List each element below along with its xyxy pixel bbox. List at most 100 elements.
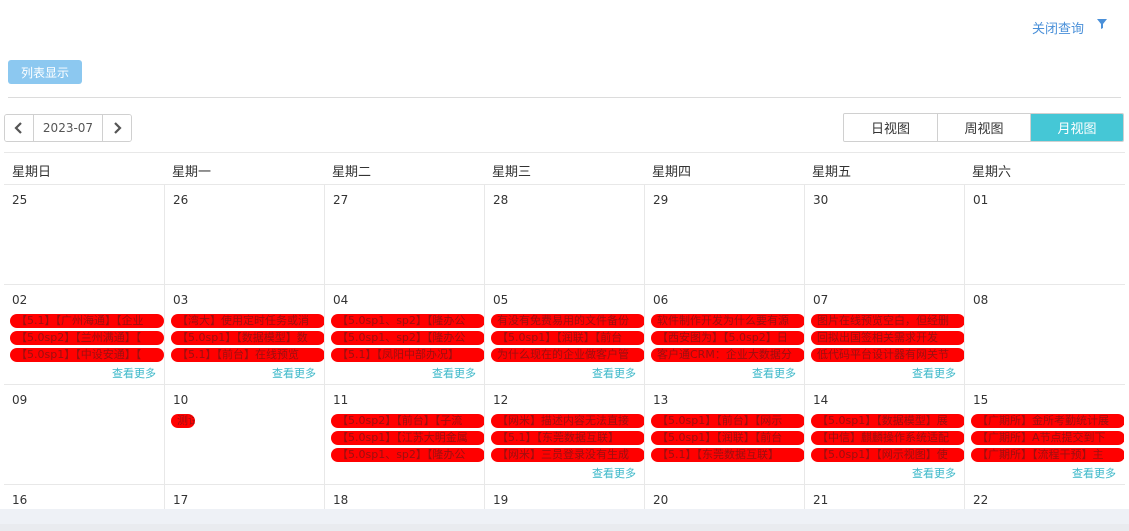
calendar-day-cell[interactable]: 01: [964, 185, 1124, 284]
weekday-label: 星期六: [972, 165, 1012, 180]
month-navigator: 2023-07: [4, 114, 132, 142]
close-query-link[interactable]: 关闭查询: [1032, 18, 1084, 37]
calendar-day-cell[interactable]: 27: [324, 185, 484, 284]
calendar-event[interactable]: 【湾大】使用定时任务或消: [171, 314, 324, 328]
calendar-day-cell[interactable]: 02 【5.1】【广州海通】【企业 【5.0sp2】【兰州满通】【 【5.0sp1】【…: [4, 285, 164, 384]
view-more-link[interactable]: 查看更多: [752, 365, 796, 381]
calendar-event[interactable]: 软件制作开发为什么要有源: [651, 314, 804, 328]
calendar-event[interactable]: 【5.0sp1】【江苏大明金属: [331, 431, 484, 445]
weekday-header: 星期日 星期一 星期二 星期三 星期四 星期五 星期六: [4, 152, 1125, 185]
calendar-event[interactable]: 有没有免费易用的文件备份: [491, 314, 644, 328]
calendar-day-cell[interactable]: 07 图片在线预览空白，但经删 回拟出国签相关需求开发 低代码平台设计器有网关节查看更…: [804, 285, 964, 384]
calendar-week-row: 09 10 测试 11【5.0sp2】【前台】【子流【5.0sp1】【江苏大明金属【5…: [4, 385, 1125, 485]
calendar-day-cell[interactable]: 09: [4, 385, 164, 484]
view-more-link[interactable]: 查看更多: [592, 465, 636, 481]
calendar-event[interactable]: 【5.0sp1】【前台】【网示: [651, 414, 804, 428]
current-month-label: 2023-07: [33, 115, 103, 141]
calendar-day-cell[interactable]: 30: [804, 185, 964, 284]
day-number: 06: [653, 293, 669, 307]
calendar-event[interactable]: 测试: [171, 414, 195, 428]
weekday-label: 星期三: [492, 165, 532, 180]
calendar-event[interactable]: 【5.0sp1、sp2】【隆办公: [331, 331, 484, 345]
list-display-button[interactable]: 列表显示: [8, 60, 82, 84]
calendar-day-cell[interactable]: 06 软件制作开发为什么要有源 【西安图为】【5.0sp2】日 客户通CRM：企业大数…: [644, 285, 804, 384]
calendar-event[interactable]: 【5.0sp2】【兰州满通】【: [10, 331, 164, 345]
calendar-event[interactable]: 【广期所】【流程干预】主: [971, 448, 1124, 462]
prev-month-button[interactable]: [5, 115, 33, 141]
calendar-day-cell[interactable]: 25: [4, 185, 164, 284]
calendar-event[interactable]: 客户通CRM：企业大数据分: [651, 348, 804, 362]
calendar-event[interactable]: 【网米】三员登录没有生成: [491, 448, 644, 462]
calendar-event[interactable]: 【5.0sp1、sp2】【隆办公: [331, 314, 484, 328]
calendar-day-cell[interactable]: 29: [644, 185, 804, 284]
calendar-event[interactable]: 为什么现在的企业做客户管: [491, 348, 644, 362]
calendar-event[interactable]: 【广期所】A节点提交到下: [971, 431, 1124, 445]
month-view-button[interactable]: 月视图: [1030, 114, 1123, 141]
day-number: 22: [973, 493, 989, 507]
calendar-day-cell[interactable]: 04 【5.0sp1、sp2】【隆办公 【5.0sp1、sp2】【隆办公 【5.1】【…: [324, 285, 484, 384]
weekday-label: 星期日: [12, 165, 52, 180]
calendar-event[interactable]: 【5.0sp1、sp2】【隆办公: [331, 448, 484, 462]
calendar-event[interactable]: 【5.1】【东莞数据互联】: [491, 431, 644, 445]
chevron-left-icon: [14, 122, 22, 134]
view-more-link[interactable]: 查看更多: [1072, 465, 1116, 481]
calendar-event[interactable]: 低代码平台设计器有网关节: [811, 348, 964, 362]
calendar-event[interactable]: 【5.0sp2】【前台】【子流: [331, 414, 484, 428]
day-number: 10: [173, 393, 189, 407]
calendar-day-cell[interactable]: 26: [164, 185, 324, 284]
calendar-event[interactable]: 【广期所】金所考勤统计展: [971, 414, 1124, 428]
calendar-week-row: 25 26 27 28 29 30 01: [4, 185, 1125, 285]
calendar-event[interactable]: 【5.1】【东莞数据互联】: [651, 448, 804, 462]
calendar-day-cell[interactable]: 12 【网米】描述内容无法直接 【5.1】【东莞数据互联】 【网米】三员登录没有生成查…: [484, 385, 644, 484]
calendar-event[interactable]: 【网米】描述内容无法直接: [491, 414, 644, 428]
calendar-event[interactable]: 【西安图为】【5.0sp2】日: [651, 331, 804, 345]
calendar-event[interactable]: 【中信】麒麟操作系统适配: [811, 431, 964, 445]
calendar-event[interactable]: 【5.1】【凤阳中部办况】: [331, 348, 484, 362]
view-more-link[interactable]: 查看更多: [432, 365, 476, 381]
calendar-day-cell[interactable]: 05 有没有免费易用的文件备份 【5.0sp1】【润联】【前台 为什么现在的企业做客户…: [484, 285, 644, 384]
next-month-button[interactable]: [103, 115, 131, 141]
calendar-event[interactable]: 【5.0sp1】【润联】【前台: [651, 431, 804, 445]
calendar-event[interactable]: 【5.1】【广州海通】【企业: [10, 314, 164, 328]
calendar-event[interactable]: 【5.0sp1】【数据模型】展: [811, 414, 964, 428]
weekday-label: 星期五: [812, 165, 852, 180]
calendar-event[interactable]: 回拟出国签相关需求开发: [811, 331, 964, 345]
weekday-label: 星期一: [172, 165, 212, 180]
day-number: 30: [813, 193, 829, 207]
view-switcher: 日视图 周视图 月视图: [843, 113, 1124, 142]
view-more-link[interactable]: 查看更多: [272, 365, 316, 381]
view-more-link[interactable]: 查看更多: [912, 465, 956, 481]
day-number: 15: [973, 393, 989, 407]
day-number: 17: [173, 493, 189, 507]
view-more-link[interactable]: 查看更多: [912, 365, 956, 381]
calendar-day-cell[interactable]: 03 【湾大】使用定时任务或消 【5.0sp1】【数据模型】数 【5.1】【前台】在线…: [164, 285, 324, 384]
day-number: 28: [493, 193, 509, 207]
view-more-link[interactable]: 查看更多: [112, 365, 156, 381]
day-number: 07: [813, 293, 829, 307]
calendar-day-cell[interactable]: 15 【广期所】金所考勤统计展 【广期所】A节点提交到下 【广期所】【流程干预】主查看…: [964, 385, 1124, 484]
calendar-event[interactable]: 【5.0sp1】【数据模型】数: [171, 331, 324, 345]
day-number: 29: [653, 193, 669, 207]
calendar-event[interactable]: 图片在线预览空白，但经删: [811, 314, 964, 328]
week-view-button[interactable]: 周视图: [937, 114, 1030, 141]
day-number: 25: [12, 193, 28, 207]
month-calendar: 星期日 星期一 星期二 星期三 星期四 星期五 星期六 25 26 27 28 29 30 01 02 【5…: [4, 152, 1125, 531]
calendar-day-cell[interactable]: 28: [484, 185, 644, 284]
calendar-event[interactable]: 【5.0sp1】【网示视图】使: [811, 448, 964, 462]
calendar-day-cell[interactable]: 10 测试: [164, 385, 324, 484]
calendar-day-cell[interactable]: 11 【5.0sp2】【前台】【子流 【5.0sp1】【江苏大明金属 【5.0sp1、…: [324, 385, 484, 484]
day-number: 05: [493, 293, 509, 307]
calendar-event[interactable]: 【5.1】【前台】在线预览: [171, 348, 324, 362]
calendar-week-row: 02 【5.1】【广州海通】【企业 【5.0sp2】【兰州满通】【 【5.0sp1】【…: [4, 285, 1125, 385]
day-view-button[interactable]: 日视图: [844, 114, 937, 141]
calendar-day-cell[interactable]: 13 【5.0sp1】【前台】【网示 【5.0sp1】【润联】【前台 【5.1】【东莞…: [644, 385, 804, 484]
calendar-event[interactable]: 【5.0sp1】【润联】【前台: [491, 331, 644, 345]
calendar-event[interactable]: 【5.0sp1】【中设安通】【: [10, 348, 164, 362]
day-number: 04: [333, 293, 349, 307]
calendar-day-cell[interactable]: 14 【5.0sp1】【数据模型】展 【中信】麒麟操作系统适配 【5.0sp1】【网示…: [804, 385, 964, 484]
view-more-link[interactable]: 查看更多: [592, 365, 636, 381]
calendar-day-cell[interactable]: 08: [964, 285, 1124, 384]
filter-icon[interactable]: [1097, 19, 1107, 29]
day-number: 14: [813, 393, 829, 407]
day-number: 20: [653, 493, 669, 507]
